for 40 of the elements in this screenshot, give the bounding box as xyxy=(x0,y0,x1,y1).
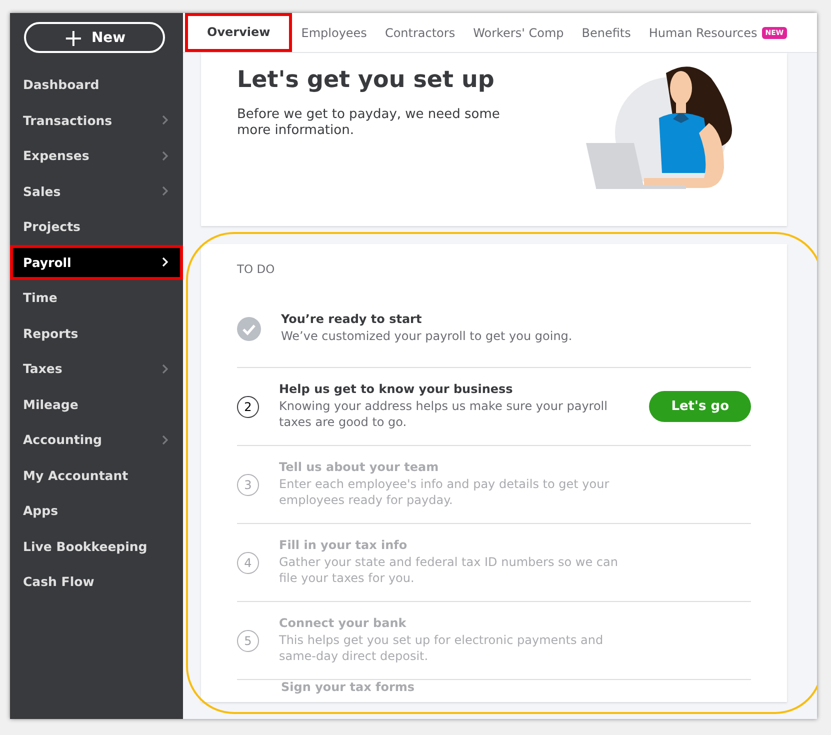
sidebar-item[interactable]: Expenses xyxy=(10,138,183,174)
sidebar-item[interactable]: Transactions xyxy=(10,102,183,138)
task-title: Sign your tax forms xyxy=(281,680,416,694)
task-description: Knowing your address helps us make sure your payroll taxes are good to go. xyxy=(279,399,608,431)
sidebar-item[interactable]: Apps xyxy=(10,493,183,528)
tab[interactable]: Employees xyxy=(292,13,376,52)
sidebar-item[interactable]: Taxes xyxy=(10,351,183,386)
setup-title: Let's get you set up xyxy=(237,67,496,93)
sidebar-item[interactable]: Payroll xyxy=(10,244,183,280)
tab[interactable]: Contractors xyxy=(376,13,464,52)
tab[interactable]: Overview xyxy=(185,13,292,52)
sidebar-item[interactable]: Sales xyxy=(10,174,183,209)
task-title: Tell us about your team xyxy=(279,460,440,474)
sidebar-item[interactable]: Cash Flow xyxy=(10,564,183,600)
todo-heading: TO DO xyxy=(237,262,276,276)
task-description: This helps get you set up for electronic payments and same-day direct deposit. xyxy=(279,633,604,665)
step-number: 3 xyxy=(237,474,259,496)
task-title: Help us get to know your business xyxy=(279,382,514,396)
sidebar-item[interactable]: Time xyxy=(10,280,183,316)
new-button[interactable]: + New xyxy=(24,22,165,53)
sidebar-item[interactable]: Mileage xyxy=(10,386,183,422)
task-description: We’ve customized your payroll to get you going. xyxy=(281,329,574,345)
sidebar-item[interactable]: My Accountant xyxy=(10,458,183,493)
task-title: You’re ready to start xyxy=(281,312,423,326)
step-number: 4 xyxy=(237,552,259,574)
step-number: 2 xyxy=(237,396,259,418)
tab[interactable]: Workers' Comp xyxy=(464,13,573,52)
task-description: Gather your state and federal tax ID numbers so we can file your taxes for you. xyxy=(279,555,619,587)
sidebar-item[interactable]: Live Bookkeeping xyxy=(10,528,183,564)
task-description: Enter each employee's info and pay details to get your employees ready for payday. xyxy=(279,477,610,509)
checkmark-icon xyxy=(237,316,261,340)
sidebar-item[interactable]: Accounting xyxy=(10,422,183,458)
step-number: 5 xyxy=(237,630,259,652)
setup-text: Before we get to payday, we need some more information. xyxy=(237,107,501,140)
task-title: Fill in your tax info xyxy=(279,538,408,552)
sidebar-item[interactable]: Dashboard xyxy=(10,67,183,102)
sidebar-item[interactable]: Reports xyxy=(10,316,183,351)
tab[interactable]: Benefits xyxy=(572,13,640,52)
task-title: Connect your bank xyxy=(279,616,408,630)
sidebar-item[interactable]: Projects xyxy=(10,209,183,244)
